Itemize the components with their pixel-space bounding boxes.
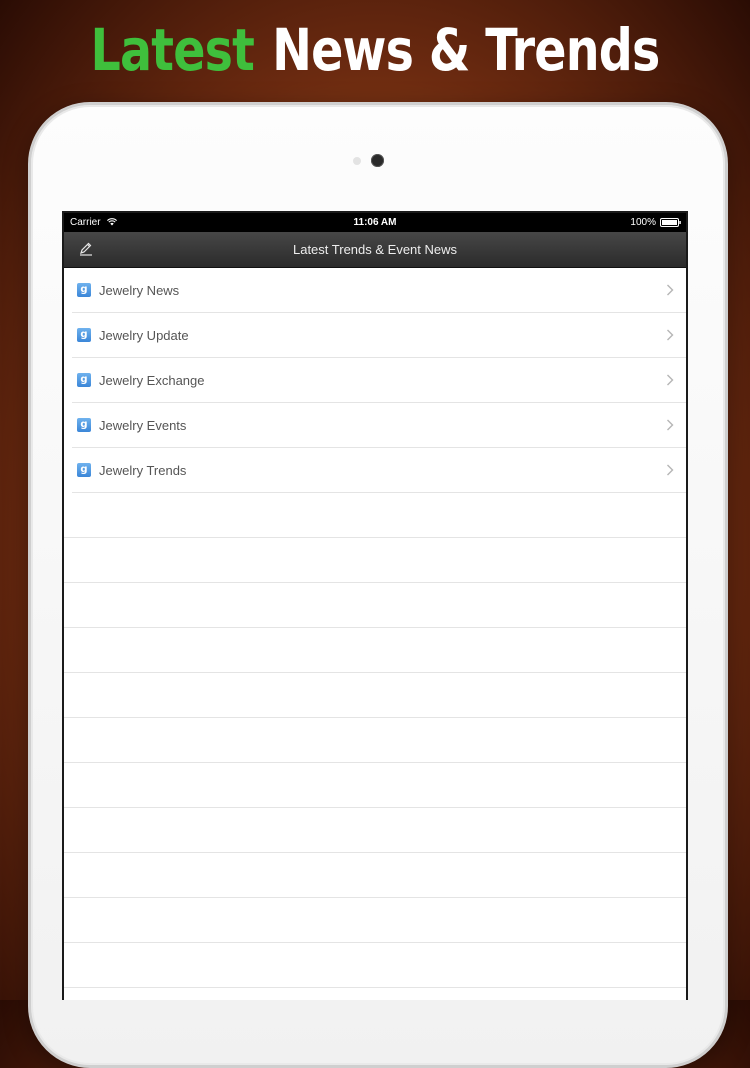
- sensor-dot: [353, 157, 361, 165]
- list-item-label: Jewelry News: [99, 283, 180, 298]
- list-item[interactable]: g Jewelry Events: [72, 403, 686, 448]
- empty-row: [64, 943, 686, 988]
- battery-icon: [660, 218, 681, 227]
- google-news-icon: g: [77, 328, 91, 342]
- app-screen: Carrier 11:06 AM 100% Latest Trends & Ev…: [62, 211, 688, 1000]
- list-item[interactable]: g Jewelry News: [72, 268, 686, 313]
- chevron-right-icon: [667, 464, 674, 476]
- empty-row: [64, 628, 686, 673]
- list-item-label: Jewelry Trends: [99, 463, 187, 478]
- empty-row: [64, 853, 686, 898]
- empty-row: [64, 808, 686, 853]
- empty-row: [64, 763, 686, 808]
- empty-row: [64, 898, 686, 943]
- empty-row: [64, 583, 686, 628]
- empty-row: [64, 493, 686, 538]
- list-item-label: Jewelry Update: [99, 328, 189, 343]
- navigation-bar: Latest Trends & Event News: [64, 232, 686, 268]
- chevron-right-icon: [667, 374, 674, 386]
- status-bar: Carrier 11:06 AM 100%: [64, 213, 686, 232]
- empty-row: [64, 538, 686, 583]
- empty-row: [64, 718, 686, 763]
- battery-percent: 100%: [630, 217, 656, 228]
- empty-row: [64, 673, 686, 718]
- feed-list: g Jewelry News g Jewelry Update g Jewelr…: [64, 268, 686, 988]
- nav-title: Latest Trends & Event News: [292, 242, 458, 257]
- chevron-right-icon: [667, 419, 674, 431]
- front-camera: [371, 154, 384, 167]
- list-item[interactable]: g Jewelry Update: [72, 313, 686, 358]
- list-item[interactable]: g Jewelry Exchange: [72, 358, 686, 403]
- list-item[interactable]: g Jewelry Trends: [72, 448, 686, 493]
- google-news-icon: g: [77, 283, 91, 297]
- google-news-icon: g: [77, 463, 91, 477]
- list-item-label: Jewelry Exchange: [99, 373, 205, 388]
- chevron-right-icon: [667, 329, 674, 341]
- promo-headline: Latest News & Trends: [68, 12, 683, 88]
- promo-headline-rest: News & Trends: [272, 16, 660, 84]
- list-item-label: Jewelry Events: [99, 418, 187, 433]
- status-time: 11:06 AM: [353, 217, 397, 228]
- google-news-icon: g: [77, 418, 91, 432]
- google-news-icon: g: [77, 373, 91, 387]
- chevron-right-icon: [667, 284, 674, 296]
- promo-headline-accent: Latest: [90, 16, 255, 84]
